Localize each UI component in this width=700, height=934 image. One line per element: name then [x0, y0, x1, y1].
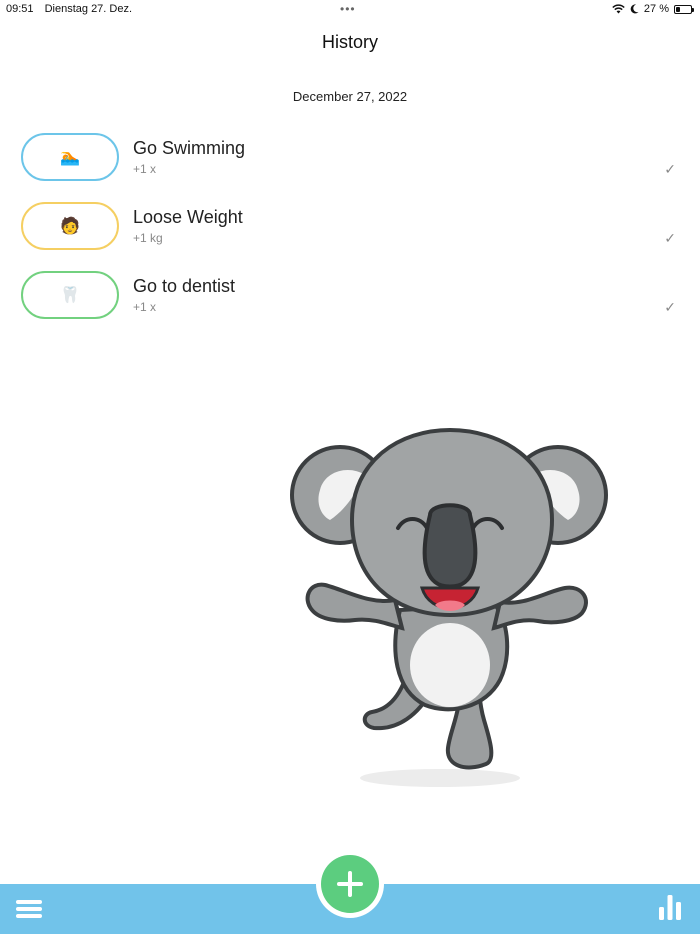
add-icon: [321, 855, 379, 913]
item-subtitle: +1 x: [133, 162, 157, 176]
history-item-go-to-dentist[interactable]: 🦷 Go to dentist +1 x ✓: [0, 271, 700, 340]
page-title: History: [321, 32, 378, 52]
battery-percent: 27 %: [643, 3, 669, 15]
item-title: Loose Weight: [133, 207, 243, 227]
menu-icon[interactable]: [16, 900, 42, 920]
multitasking-dots-icon[interactable]: •••: [340, 2, 356, 16]
history-date: December 27, 2022: [292, 89, 408, 104]
item-title: Go Swimming: [133, 138, 246, 158]
battery-fill: [676, 6, 680, 12]
swimming-icon: 🏊: [60, 149, 80, 166]
battery-icon: [674, 4, 694, 14]
history-item-go-swimming[interactable]: 🏊 Go Swimming +1 x ✓: [0, 133, 700, 202]
checkmark-icon: ✓: [664, 299, 676, 315]
habit-pill[interactable]: 🧑: [21, 202, 119, 250]
item-title: Go to dentist: [133, 276, 236, 296]
item-subtitle: +1 x: [133, 300, 157, 314]
status-bar: 09:51 Dienstag 27. Dez. ••• 27 %: [0, 0, 700, 20]
koala-mascot-illustration: [290, 427, 608, 787]
status-time: 09:51: [6, 3, 34, 15]
history-list: 🏊 Go Swimming +1 x ✓ 🧑 Loose Weight +1 k…: [0, 133, 700, 340]
add-button[interactable]: [316, 850, 384, 918]
habit-pill[interactable]: 🏊: [21, 133, 119, 181]
wifi-icon: [612, 4, 625, 14]
status-date: Dienstag 27. Dez.: [44, 3, 133, 15]
moon-icon: [630, 4, 639, 14]
stats-icon[interactable]: [658, 893, 682, 921]
person-icon: 🧑: [60, 218, 80, 235]
habit-pill[interactable]: 🦷: [21, 271, 119, 319]
item-subtitle: +1 kg: [133, 231, 163, 245]
history-item-loose-weight[interactable]: 🧑 Loose Weight +1 kg ✓: [0, 202, 700, 271]
checkmark-icon: ✓: [664, 230, 676, 246]
tooth-icon: 🦷: [60, 287, 80, 304]
checkmark-icon: ✓: [664, 161, 676, 177]
